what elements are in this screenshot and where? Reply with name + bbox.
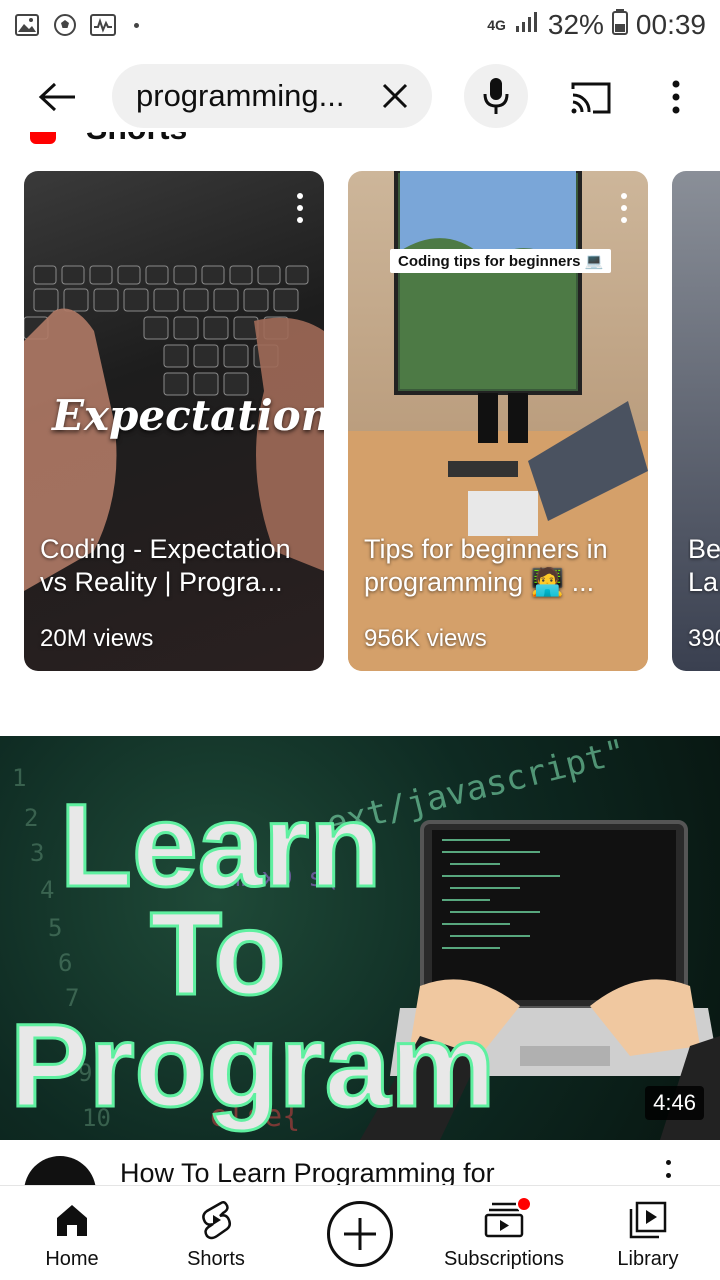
- activity-icon: [90, 12, 116, 38]
- shorts-heading: Shorts: [86, 132, 187, 147]
- video-duration: 4:46: [645, 1086, 704, 1120]
- svg-text:4: 4: [40, 876, 54, 904]
- svg-text:2: 2: [24, 804, 38, 832]
- battery-icon: [611, 8, 628, 42]
- overlay-text: Expectation: [52, 391, 324, 440]
- shorts-section-header: Shorts: [30, 132, 330, 152]
- nav-home[interactable]: Home: [0, 1198, 144, 1278]
- short-title: Tips for beginners in programming 🧑‍💻 ..…: [364, 534, 608, 597]
- short-card[interactable]: Coding tips for beginners 💻 Tips for beg…: [348, 171, 648, 671]
- short-views: 20M views: [40, 625, 154, 652]
- cast-button[interactable]: [566, 78, 616, 118]
- notification-dot: [134, 22, 139, 28]
- video-meta: How To Learn Programming for: [0, 1140, 720, 1185]
- clock: 00:39: [635, 9, 706, 40]
- signal-icon: [514, 9, 540, 41]
- more-vertical-icon[interactable]: [616, 193, 632, 223]
- status-bar: 4G 32% 00:39: [0, 0, 720, 50]
- plus-icon: [344, 1218, 376, 1250]
- microphone-icon: [483, 78, 509, 114]
- library-icon: [626, 1198, 670, 1242]
- status-right: 4G 32% 00:39: [487, 8, 706, 42]
- network-type: 4G: [487, 17, 506, 33]
- nav-label: Library: [617, 1248, 679, 1270]
- nav-label: Subscriptions: [443, 1248, 565, 1270]
- voice-search-button[interactable]: [464, 64, 528, 128]
- video-thumbnail[interactable]: 1 2 3 4 5 6 7 9 10 ext/javascript" maxD s( else{…: [0, 736, 720, 1140]
- more-vertical-icon: [672, 80, 680, 114]
- arrow-left-icon: [38, 82, 75, 112]
- home-icon: [50, 1198, 94, 1242]
- nav-label: Home: [45, 1248, 99, 1270]
- nav-subscriptions[interactable]: Subscriptions: [432, 1196, 576, 1278]
- thumbnail-title-line3: Program: [10, 1000, 495, 1132]
- short-card[interactable]: Expectation Coding - Expectation vs Real…: [24, 171, 324, 671]
- short-title: Coding - Expectation vs Reality | Progra…: [40, 534, 291, 597]
- subscriptions-icon: [482, 1196, 532, 1242]
- close-icon: [382, 83, 408, 109]
- svg-text:6: 6: [58, 949, 72, 977]
- shorts-logo-icon: [30, 132, 56, 144]
- shorts-carousel: Expectation Coding - Expectation vs Real…: [24, 171, 720, 671]
- short-title: Be La...: [688, 534, 720, 597]
- nav-label: Shorts: [187, 1248, 245, 1270]
- nav-shorts[interactable]: Shorts: [144, 1198, 288, 1278]
- svg-text:5: 5: [48, 914, 62, 942]
- short-views: 956K views: [364, 625, 487, 652]
- svg-text:1: 1: [12, 764, 26, 792]
- nav-library[interactable]: Library: [576, 1198, 720, 1278]
- short-card[interactable]: Be La... 390: [672, 171, 720, 671]
- overlay-text: Coding tips for beginners 💻: [390, 249, 612, 273]
- gallery-icon: [14, 12, 40, 38]
- battery-percent: 32%: [547, 9, 604, 40]
- video-title[interactable]: How To Learn Programming for: [120, 1158, 495, 1185]
- thumbnail-art: 1234567910 ext/javascript" maxD s( else{…: [9, 736, 720, 1140]
- svg-text:3: 3: [30, 839, 44, 867]
- cast-icon: [571, 82, 611, 114]
- more-vertical-icon[interactable]: [666, 1160, 674, 1185]
- search-query[interactable]: programming...: [136, 78, 356, 114]
- clear-search-button[interactable]: [378, 79, 412, 113]
- short-views: 390: [688, 625, 720, 652]
- search-input[interactable]: programming...: [112, 64, 432, 128]
- bottom-navigation: Home Shorts Subscriptions Library: [0, 1185, 720, 1280]
- shorts-icon: [194, 1198, 238, 1242]
- create-button[interactable]: [327, 1201, 393, 1267]
- notification-badge: [516, 1196, 532, 1212]
- status-left-icons: [14, 12, 139, 38]
- more-vertical-icon[interactable]: [292, 193, 308, 223]
- search-toolbar: programming...: [0, 62, 720, 130]
- soccer-ball-icon: [52, 12, 78, 38]
- more-options-button[interactable]: [660, 76, 692, 118]
- back-button[interactable]: [36, 76, 78, 118]
- channel-avatar[interactable]: [24, 1156, 96, 1185]
